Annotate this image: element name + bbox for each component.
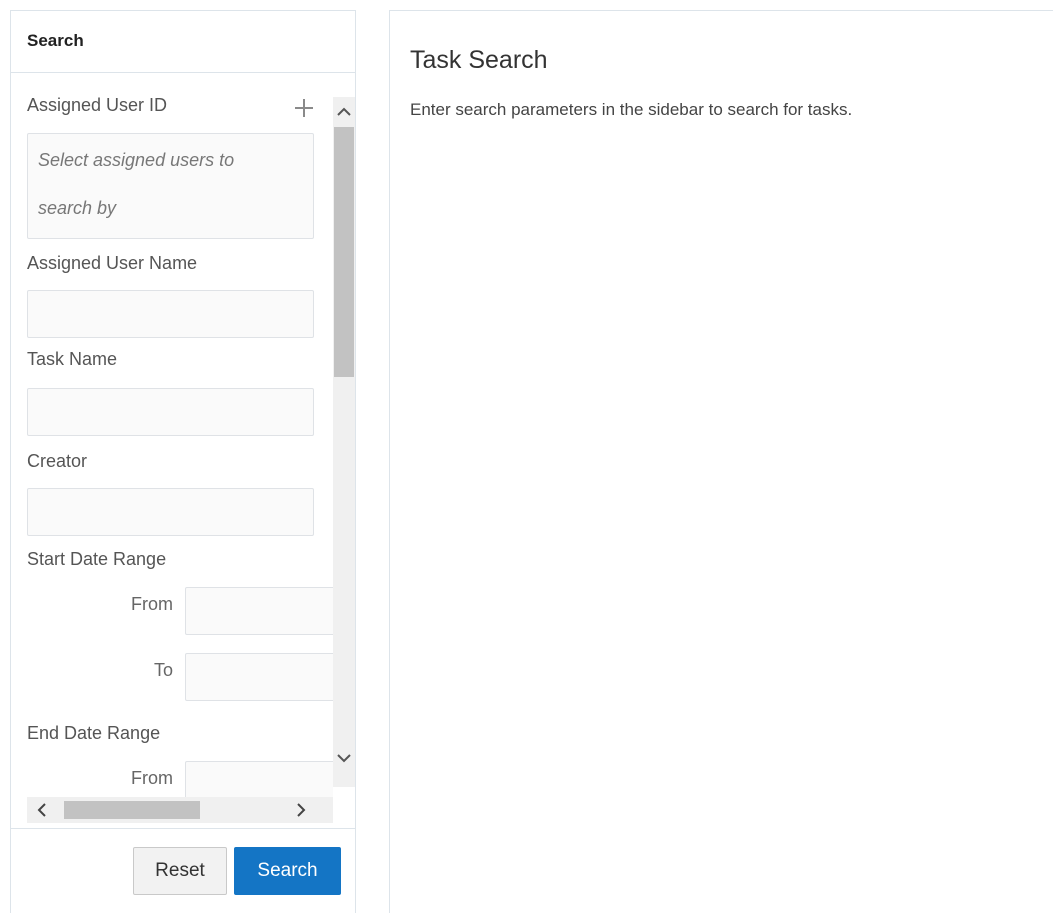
vertical-scrollbar-thumb[interactable] xyxy=(334,127,354,377)
start-date-from-label: From xyxy=(131,594,173,614)
start-date-to-input[interactable] xyxy=(185,653,333,701)
assigned-user-id-field: Assigned User ID Select assigned users t… xyxy=(27,83,327,243)
sidebar-title: Search xyxy=(11,11,355,73)
horizontal-scrollbar-thumb[interactable] xyxy=(64,801,200,819)
chevron-left-icon[interactable] xyxy=(33,801,51,819)
end-date-from-label: From xyxy=(131,768,173,788)
reset-button[interactable]: Reset xyxy=(133,847,227,895)
assigned-user-id-placeholder-line1: Select assigned users to xyxy=(38,150,235,170)
main-panel: Task Search Enter search parameters in t… xyxy=(389,10,1053,913)
page-title: Task Search xyxy=(410,46,548,74)
plus-icon[interactable] xyxy=(293,97,315,119)
assigned-user-id-input[interactable]: Select assigned users to search by xyxy=(27,133,314,239)
chevron-right-icon[interactable] xyxy=(292,801,310,819)
page-description: Enter search parameters in the sidebar t… xyxy=(410,100,853,119)
task-name-label: Task Name xyxy=(27,349,118,369)
search-button[interactable]: Search xyxy=(234,847,341,895)
assigned-user-id-placeholder-line2: search by xyxy=(38,198,117,218)
creator-input[interactable] xyxy=(27,488,314,536)
task-name-input[interactable] xyxy=(27,388,314,436)
page: Search Assigned User ID Select assigned … xyxy=(0,0,1053,913)
end-date-from-input[interactable] xyxy=(185,761,333,797)
search-sidebar: Search Assigned User ID Select assigned … xyxy=(10,10,356,913)
end-date-range-label: End Date Range xyxy=(27,723,161,743)
start-date-range-label: Start Date Range xyxy=(27,549,167,569)
sidebar-footer: Reset Search xyxy=(11,828,355,913)
sidebar-scroll-area[interactable]: Assigned User ID Select assigned users t… xyxy=(11,83,333,797)
start-date-from-input[interactable] xyxy=(185,587,333,635)
chevron-down-icon[interactable] xyxy=(335,749,353,767)
horizontal-scrollbar[interactable] xyxy=(27,797,333,823)
start-date-to-label: To xyxy=(153,660,173,680)
assigned-user-id-label: Assigned User ID xyxy=(27,95,168,115)
assigned-user-name-input[interactable] xyxy=(27,290,314,338)
creator-label: Creator xyxy=(27,451,88,471)
assigned-user-name-label: Assigned User Name xyxy=(27,253,198,273)
vertical-scrollbar[interactable] xyxy=(333,97,355,787)
chevron-up-icon[interactable] xyxy=(335,103,353,121)
